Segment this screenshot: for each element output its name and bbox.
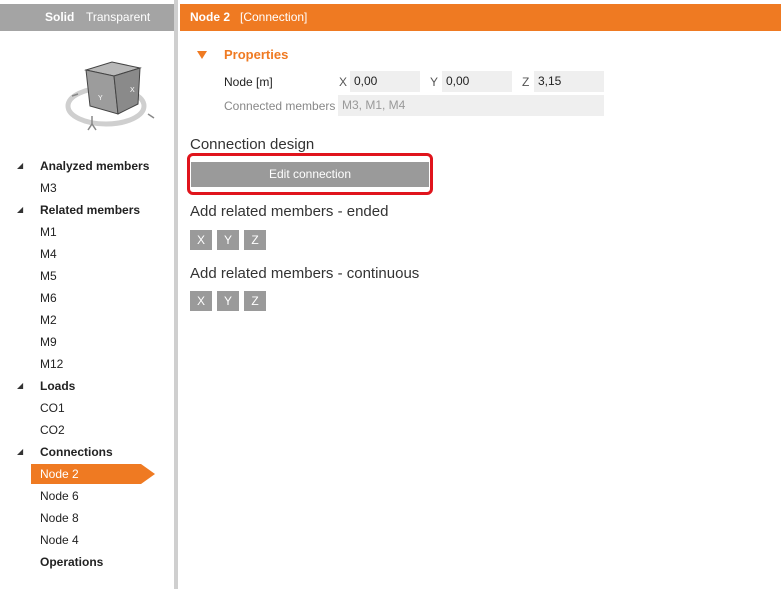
tree-group-loads[interactable]: ◢ Loads (0, 375, 174, 397)
tree-item-m12[interactable]: M12 (0, 353, 174, 375)
tree-item-m2[interactable]: M2 (0, 309, 174, 331)
tree-item-co1[interactable]: CO1 (0, 397, 174, 419)
ended-x-button[interactable]: X (190, 230, 212, 250)
svg-text:Y: Y (98, 95, 103, 102)
tree-item-co2[interactable]: CO2 (0, 419, 174, 441)
tree-item-label: Node 4 (40, 533, 79, 547)
properties-title[interactable]: Properties (224, 47, 288, 62)
expand-arrow-icon[interactable]: ◢ (17, 441, 23, 463)
tree-item-label: CO2 (40, 423, 65, 437)
tree-item-m6[interactable]: M6 (0, 287, 174, 309)
tree-item-label: Related members (40, 203, 141, 217)
tree-item-label: Operations (40, 555, 104, 569)
expand-arrow-icon[interactable]: ◢ (17, 199, 23, 221)
tree-item-label: Node 8 (40, 511, 79, 525)
z-label: Z (522, 75, 530, 89)
tree-item-label: M2 (40, 313, 57, 327)
tree-group-related-members[interactable]: ◢ Related members (0, 199, 174, 221)
tree-item-node-4[interactable]: Node 4 (0, 529, 174, 551)
tree-item-label: M1 (40, 225, 57, 239)
tree-item-m9[interactable]: M9 (0, 331, 174, 353)
tree-item-label: Analyzed members (40, 159, 150, 173)
navigation-cube-icon[interactable]: Y X (62, 56, 162, 136)
node-label: Node [m] (224, 75, 273, 89)
collapse-arrow-icon[interactable] (197, 51, 207, 59)
tree-item-node-6[interactable]: Node 6 (0, 485, 174, 507)
tree-item-label: M9 (40, 335, 57, 349)
view-toggle-bar: Solid Transparent (0, 4, 174, 31)
tree-item-m4[interactable]: M4 (0, 243, 174, 265)
svg-text:X: X (130, 87, 135, 94)
edit-connection-button[interactable]: Edit connection (191, 162, 429, 187)
x-label: X (339, 75, 348, 89)
expand-arrow-icon[interactable]: ◢ (17, 155, 23, 177)
connected-members-field: M3, M1, M4 (338, 95, 604, 116)
tree-group-analyzed-members[interactable]: ◢ Analyzed members (0, 155, 174, 177)
ended-y-button[interactable]: Y (217, 230, 239, 250)
tree-item-label: M12 (40, 357, 64, 371)
continuous-z-button[interactable]: Z (244, 291, 266, 311)
header-subtitle: [Connection] (240, 10, 308, 24)
tree-item-label: M3 (40, 181, 57, 195)
tree-item-node-2[interactable]: Node 2 (0, 463, 174, 485)
panel-splitter[interactable] (174, 0, 178, 589)
y-label: Y (430, 75, 439, 89)
tree-item-label: Loads (40, 379, 76, 393)
tree-item-node-8[interactable]: Node 8 (0, 507, 174, 529)
header-bar: Node 2 [Connection] (180, 4, 781, 31)
tree-item-label: M5 (40, 269, 57, 283)
continuous-x-button[interactable]: X (190, 291, 212, 311)
related-continuous-title: Add related members - continuous (190, 265, 420, 282)
tree-group-connections[interactable]: ◢ Connections (0, 441, 174, 463)
z-coordinate-field[interactable]: 3,15 (534, 71, 604, 92)
left-panel: Solid Transparent Y X ◢ Analyzed members M… (0, 0, 174, 589)
y-coordinate-field[interactable]: 0,00 (442, 71, 512, 92)
tree-item-label: Connections (40, 445, 113, 459)
ended-z-button[interactable]: Z (244, 230, 266, 250)
tree-item-m3[interactable]: M3 (0, 177, 174, 199)
transparent-view-button[interactable]: Transparent (86, 10, 150, 24)
x-coordinate-field[interactable]: 0,00 (350, 71, 420, 92)
tree-item-m1[interactable]: M1 (0, 221, 174, 243)
related-ended-title: Add related members - ended (190, 203, 389, 220)
connection-design-title: Connection design (190, 136, 315, 153)
tree-item-label: M4 (40, 247, 57, 261)
continuous-y-button[interactable]: Y (217, 291, 239, 311)
solid-view-button[interactable]: Solid (45, 10, 74, 24)
tree-item-label: M6 (40, 291, 57, 305)
header-title: Node 2 (190, 10, 231, 24)
tree-item-label: CO1 (40, 401, 65, 415)
tree-item-label: Node 6 (40, 489, 79, 503)
tree-group-operations[interactable]: Operations (0, 551, 174, 573)
tree-item-m5[interactable]: M5 (0, 265, 174, 287)
tree-item-label: Node 2 (40, 467, 79, 481)
connected-members-label: Connected members (224, 99, 336, 113)
expand-arrow-icon[interactable]: ◢ (17, 375, 23, 397)
selection-arrow-icon (141, 464, 155, 484)
member-tree: ◢ Analyzed members M3 ◢ Related members M1 M4 M… (0, 155, 174, 573)
